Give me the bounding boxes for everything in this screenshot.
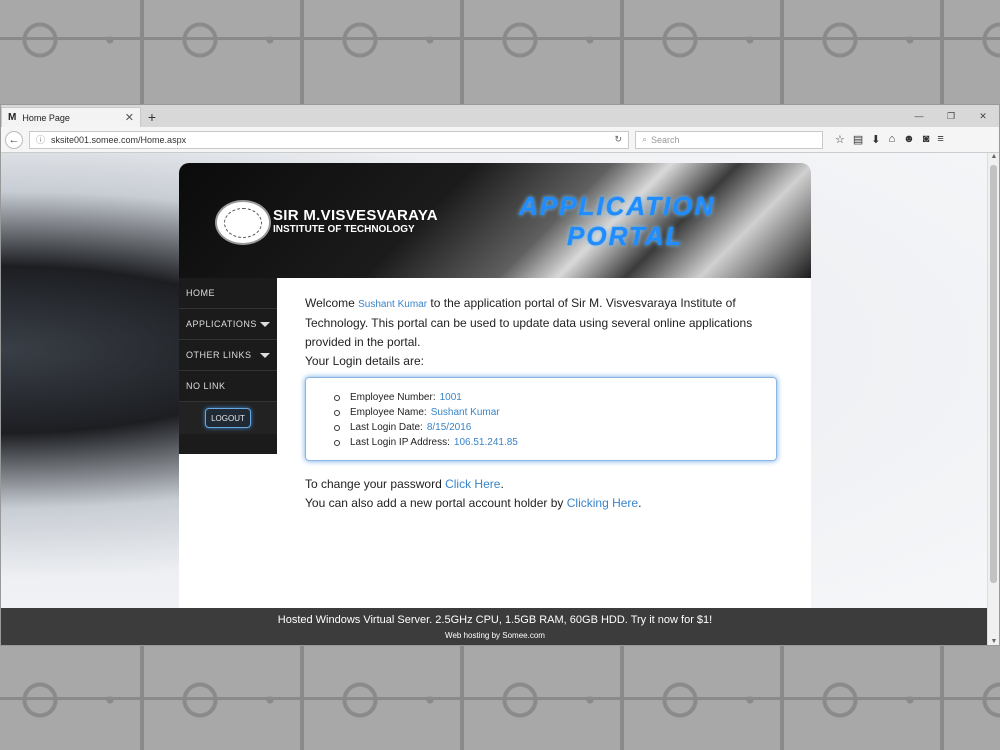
sidebar-item-label: HOME xyxy=(186,288,215,298)
logout-container: LOGOUT xyxy=(179,402,277,434)
add-holder-text: You can also add a new portal account ho… xyxy=(305,496,564,510)
detail-label: Employee Name: xyxy=(350,407,427,418)
page-viewport: SIR M.VISVESVARAYA INSTITUTE OF TECHNOLO… xyxy=(1,153,989,645)
portal-title-line2: PORTAL xyxy=(567,221,684,251)
browser-window: M Home Page ✕ + — ❐ ✕ ← ⓘ sksite001.some… xyxy=(0,104,1000,646)
navigation-bar: ← ⓘ sksite001.somee.com/Home.aspx ↻ ⌕ Se… xyxy=(1,127,999,153)
change-password-line: To change your password Click Here. xyxy=(305,475,785,494)
welcome-prefix: Welcome xyxy=(305,296,355,310)
emoji-icon[interactable]: ☻ xyxy=(903,133,915,146)
search-input[interactable]: ⌕ Search xyxy=(635,130,823,149)
restore-icon[interactable]: ❐ xyxy=(935,105,967,127)
bullet-icon xyxy=(334,394,340,401)
home-icon[interactable]: ⌂ xyxy=(889,133,896,146)
tab-home-page[interactable]: M Home Page ✕ xyxy=(1,107,141,127)
detail-label: Last Login IP Address: xyxy=(350,437,450,448)
scrollbar-thumb[interactable] xyxy=(990,165,997,583)
library-icon[interactable]: ▤ xyxy=(853,133,863,146)
logout-button[interactable]: LOGOUT xyxy=(205,408,251,428)
sidebar-item-label: OTHER LINKS xyxy=(186,350,252,360)
reload-icon[interactable]: ↻ xyxy=(614,134,622,145)
hosting-footer: Hosted Windows Virtual Server. 2.5GHz CP… xyxy=(1,608,989,645)
caret-down-icon xyxy=(260,321,270,327)
url-text: sksite001.somee.com/Home.aspx xyxy=(51,134,187,145)
scroll-up-icon[interactable]: ▲ xyxy=(988,153,1000,160)
caret-down-icon xyxy=(260,352,270,358)
bullet-icon xyxy=(334,439,340,446)
sidebar-item-other-links[interactable]: OTHER LINKS xyxy=(179,340,277,371)
institution-subtitle: INSTITUTE OF TECHNOLOGY xyxy=(273,224,415,235)
bullet-icon xyxy=(334,424,340,431)
portal-description: This portal can be used to update data u… xyxy=(305,316,753,349)
list-item: Last Login Date: 8/15/2016 xyxy=(334,420,776,435)
period: . xyxy=(638,496,642,510)
close-window-icon[interactable]: ✕ xyxy=(967,105,999,127)
footer-hosting-link[interactable]: Web hosting by Somee.com xyxy=(1,631,989,640)
bullet-icon xyxy=(334,409,340,416)
tab-title: Home Page xyxy=(22,112,70,123)
download-icon[interactable]: ⬇ xyxy=(871,133,880,146)
institute-seal-icon xyxy=(215,200,271,245)
menu-icon[interactable]: ≡ xyxy=(937,133,943,146)
close-tab-icon[interactable]: ✕ xyxy=(125,111,134,124)
bookmark-star-icon[interactable]: ☆ xyxy=(835,133,845,146)
sidebar-item-applications[interactable]: APPLICATIONS xyxy=(179,309,277,340)
header-banner: SIR M.VISVESVARAYA INSTITUTE OF TECHNOLO… xyxy=(179,163,811,278)
institution-name: SIR M.VISVESVARAYA xyxy=(273,207,438,224)
period: . xyxy=(500,477,504,491)
sidebar-item-label: NO LINK xyxy=(186,381,226,391)
tab-bar: M Home Page ✕ + — ❐ ✕ xyxy=(1,105,999,127)
address-bar[interactable]: ⓘ sksite001.somee.com/Home.aspx ↻ xyxy=(29,130,629,149)
portal-title-line1: APPLICATION xyxy=(519,191,716,221)
main-content: Welcome Sushant Kumar to the application… xyxy=(305,294,785,513)
detail-label: Last Login Date: xyxy=(350,422,423,433)
new-tab-button[interactable]: + xyxy=(141,107,163,127)
change-password-text: To change your password xyxy=(305,477,442,491)
minimize-icon[interactable]: — xyxy=(903,105,935,127)
portal-page: SIR M.VISVESVARAYA INSTITUTE OF TECHNOLO… xyxy=(179,163,811,613)
sidebar-item-label: APPLICATIONS xyxy=(186,319,257,329)
add-holder-link[interactable]: Clicking Here xyxy=(567,496,638,510)
welcome-paragraph: Welcome Sushant Kumar to the application… xyxy=(305,294,785,371)
search-placeholder: Search xyxy=(651,134,680,145)
favicon-icon: M xyxy=(8,112,17,123)
employee-number-value: 1001 xyxy=(439,392,462,403)
pocket-icon[interactable]: ◙ xyxy=(923,133,930,146)
scroll-down-icon[interactable]: ▼ xyxy=(988,638,1000,645)
back-button[interactable]: ← xyxy=(5,130,23,149)
login-details-label: Your Login details are: xyxy=(305,354,424,368)
window-controls: — ❐ ✕ xyxy=(903,105,999,127)
sidebar-item-home[interactable]: HOME xyxy=(179,278,277,309)
add-holder-line: You can also add a new portal account ho… xyxy=(305,494,785,513)
toolbar-icons: ☆ ▤ ⬇ ⌂ ☻ ◙ ≡ xyxy=(835,133,944,146)
list-item: Employee Number: 1001 xyxy=(334,390,776,405)
list-item: Employee Name: Sushant Kumar xyxy=(334,405,776,420)
last-login-date-value: 8/15/2016 xyxy=(426,422,472,433)
detail-label: Employee Number: xyxy=(350,392,436,403)
change-password-link[interactable]: Click Here xyxy=(445,477,500,491)
sidebar-menu: HOME APPLICATIONS OTHER LINKS NO LINK LO… xyxy=(179,278,277,454)
info-icon[interactable]: ⓘ xyxy=(36,133,45,146)
vertical-scrollbar[interactable]: ▲ ▼ xyxy=(987,153,999,645)
user-name: Sushant Kumar xyxy=(358,299,428,310)
last-login-ip-value: 106.51.241.85 xyxy=(453,437,518,448)
employee-name-value: Sushant Kumar xyxy=(430,407,500,418)
login-details-box: Employee Number: 1001 Employee Name: Susha… xyxy=(305,377,777,461)
footer-ad-link[interactable]: Hosted Windows Virtual Server. 2.5GHz CP… xyxy=(1,614,989,626)
list-item: Last Login IP Address: 106.51.241.85 xyxy=(334,435,776,450)
search-icon: ⌕ xyxy=(642,134,648,144)
sidebar-item-no-link[interactable]: NO LINK xyxy=(179,371,277,402)
